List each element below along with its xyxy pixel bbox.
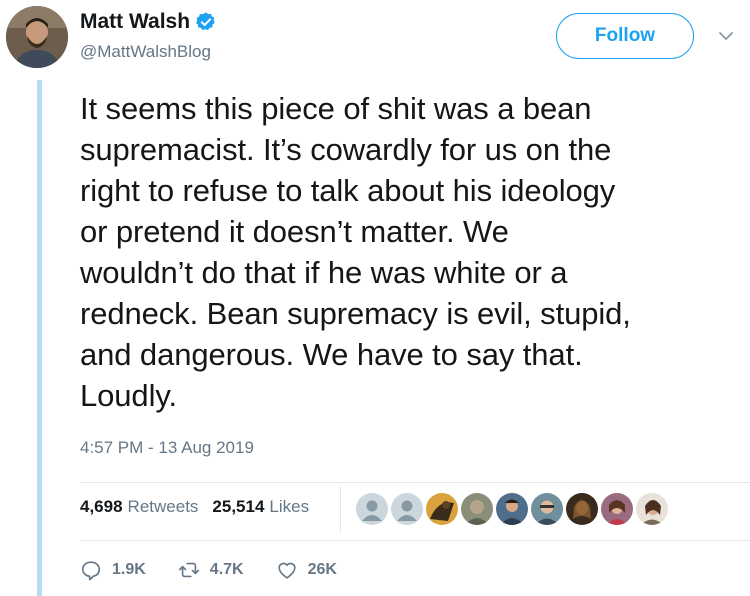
avatar-icon <box>566 493 598 525</box>
reply-icon <box>81 561 101 581</box>
retweet-icon <box>178 562 199 578</box>
liker-avatar[interactable] <box>531 493 563 525</box>
liker-avatar[interactable] <box>356 493 388 525</box>
tweet-stats: 4,698 Retweets 25,514 Likes <box>80 497 309 517</box>
default-avatar-icon <box>391 493 423 525</box>
retweets-count[interactable]: 4,698 <box>80 497 123 517</box>
liker-avatar[interactable] <box>461 493 493 525</box>
avatar[interactable] <box>6 6 68 68</box>
retweets-label[interactable]: Retweets <box>128 497 199 517</box>
thread-line <box>37 80 42 596</box>
profile-photo-icon <box>6 6 68 68</box>
liker-avatars <box>356 493 671 525</box>
default-avatar-icon <box>356 493 388 525</box>
avatar-icon <box>461 493 493 525</box>
likes-label[interactable]: Likes <box>269 497 309 517</box>
avatar-icon <box>531 493 563 525</box>
heart-icon <box>277 562 296 579</box>
chevron-down-icon[interactable] <box>716 26 736 46</box>
verified-badge-icon <box>196 12 215 31</box>
reply-count: 1.9K <box>112 561 146 578</box>
liker-avatar[interactable] <box>566 493 598 525</box>
liker-avatar[interactable] <box>391 493 423 525</box>
avatar-icon <box>426 493 458 525</box>
liker-avatar[interactable] <box>601 493 633 525</box>
liker-avatar[interactable] <box>426 493 458 525</box>
avatar-icon <box>636 493 668 525</box>
reply-button[interactable]: 1.9K <box>80 559 146 581</box>
divider <box>80 482 750 483</box>
likes-count[interactable]: 25,514 <box>212 497 264 517</box>
like-button[interactable]: 26K <box>276 559 337 581</box>
avatar-icon <box>496 493 528 525</box>
like-count: 26K <box>307 561 337 578</box>
stats-divider <box>340 486 341 532</box>
retweet-button[interactable]: 4.7K <box>178 559 244 581</box>
tweet-actions: 1.9K 4.7K 26K <box>80 559 369 581</box>
display-name[interactable]: Matt Walsh <box>80 10 190 34</box>
retweet-count: 4.7K <box>209 561 244 578</box>
timestamp[interactable]: 4:57 PM - 13 Aug 2019 <box>80 438 254 458</box>
tweet-text: It seems this piece of shit was a bean s… <box>80 91 631 413</box>
liker-avatar[interactable] <box>636 493 668 525</box>
follow-button[interactable]: Follow <box>556 13 694 59</box>
handle[interactable]: @MattWalshBlog <box>80 42 211 62</box>
liker-avatar[interactable] <box>496 493 528 525</box>
divider <box>80 540 750 541</box>
avatar-icon <box>601 493 633 525</box>
